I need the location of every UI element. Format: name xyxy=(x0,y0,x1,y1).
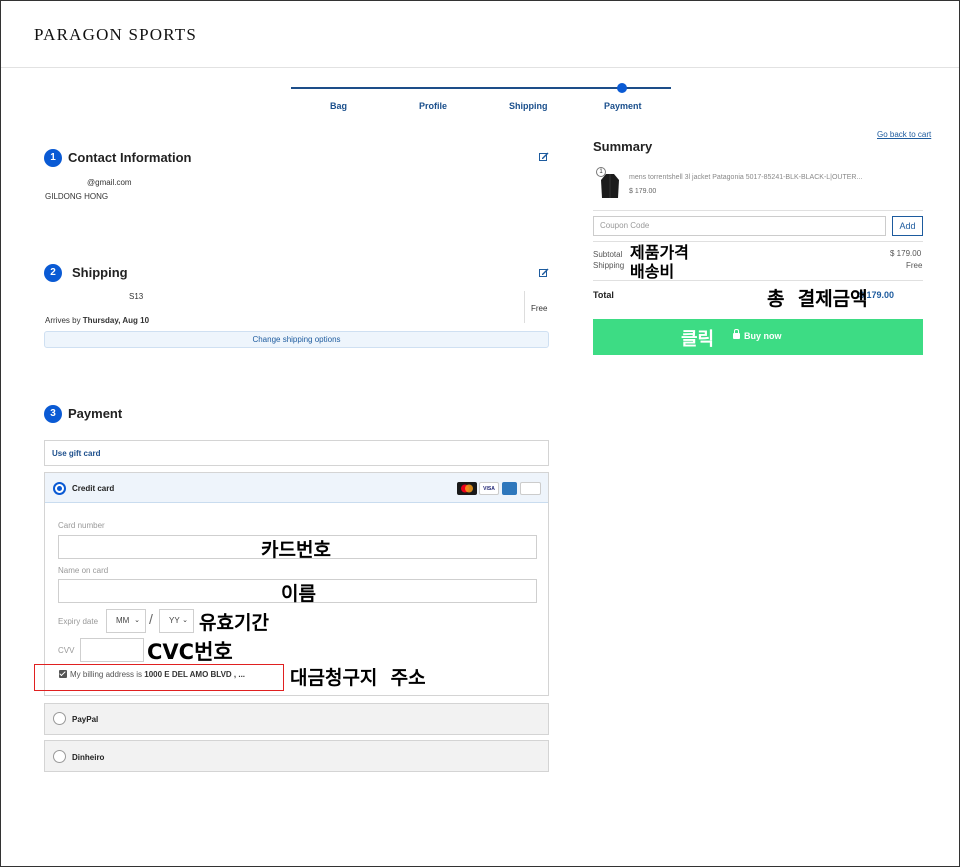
annotation-expiry: 유효기간 xyxy=(199,612,269,634)
expiry-label: Expiry date xyxy=(58,617,99,626)
shipping-divider xyxy=(524,291,525,323)
annotation-name: 이름 xyxy=(281,583,316,605)
product-name[interactable]: mens torrentshell 3l jacket Patagonia 50… xyxy=(629,174,862,181)
step-profile[interactable]: Profile xyxy=(419,101,447,111)
payment-step-number: 3 xyxy=(44,405,62,423)
name-on-card-label: Name on card xyxy=(58,566,109,575)
expiry-year-select[interactable]: YY ⌄ xyxy=(159,609,194,633)
arrives-date: Thursday, Aug 10 xyxy=(82,316,150,325)
contact-email: @gmail.com xyxy=(87,178,132,187)
shipping-price: Free xyxy=(531,304,548,313)
paypal-option[interactable]: PayPal xyxy=(44,703,549,735)
credit-card-label: Credit card xyxy=(72,484,115,493)
summary-title: Summary xyxy=(593,139,653,154)
billing-highlight-box xyxy=(34,664,284,691)
expiry-year-value: YY xyxy=(169,616,180,625)
gift-card-option[interactable]: Use gift card xyxy=(44,440,549,466)
chevron-down-icon: ⌄ xyxy=(182,617,188,624)
step-payment[interactable]: Payment xyxy=(604,101,642,111)
chevron-down-icon: ⌄ xyxy=(134,617,140,624)
amex-icon xyxy=(502,482,517,495)
payment-title: Payment xyxy=(68,406,123,421)
discover-icon xyxy=(520,482,541,495)
annotation-cvc: CVC번호 xyxy=(147,640,233,664)
annotation-click: 클릭 xyxy=(681,329,715,350)
step-shipping[interactable]: Shipping xyxy=(509,101,548,111)
expiry-month-select[interactable]: MM ⌄ xyxy=(106,609,146,633)
shipping-fee-value: Free xyxy=(906,261,923,270)
subtotal-value: $ 179.00 xyxy=(890,249,922,258)
contact-title: Contact Information xyxy=(68,150,192,165)
checkout-progress-line xyxy=(291,87,671,89)
edit-contact-icon[interactable] xyxy=(539,152,549,162)
edit-shipping-icon[interactable] xyxy=(539,268,549,278)
credit-card-header[interactable]: Credit card VISA xyxy=(45,473,548,503)
dinheiro-option[interactable]: Dinheiro xyxy=(44,740,549,772)
annotation-total: 총 결제금액 xyxy=(767,288,868,310)
buy-now-button[interactable]: 클릭 Buy now xyxy=(593,319,923,355)
step-bag[interactable]: Bag xyxy=(330,101,347,111)
subtotal-label: Subtotal xyxy=(593,250,623,259)
expiry-month-value: MM xyxy=(116,616,130,625)
mastercard-icon xyxy=(457,482,477,495)
shipping-step-number: 2 xyxy=(44,264,62,282)
paypal-label: PayPal xyxy=(72,715,99,724)
paypal-radio[interactable] xyxy=(53,712,66,725)
contact-step-number: 1 xyxy=(44,149,62,167)
checkout-progress-dot xyxy=(617,83,627,93)
product-price: $ 179.00 xyxy=(629,188,657,195)
shipping-title: Shipping xyxy=(72,265,128,280)
contact-name: GILDONG HONG xyxy=(45,192,109,201)
annotation-billing: 대금청구지 주소 xyxy=(290,667,426,689)
visa-icon: VISA xyxy=(479,482,499,495)
buy-now-label: Buy now xyxy=(744,331,782,341)
change-shipping-button[interactable]: Change shipping options xyxy=(44,331,549,348)
arrival-info: Arrives by Thursday, Aug 10 xyxy=(45,316,149,325)
cvv-label: CVV xyxy=(58,646,75,655)
cvv-input[interactable] xyxy=(80,638,144,662)
brand-logo[interactable]: PARAGON SPORTS xyxy=(34,25,197,45)
quantity-badge: 1 xyxy=(596,167,606,177)
page-frame xyxy=(0,0,960,867)
add-coupon-button[interactable]: Add xyxy=(892,216,923,236)
dinheiro-label: Dinheiro xyxy=(72,753,105,762)
total-label: Total xyxy=(593,290,614,300)
site-header: PARAGON SPORTS xyxy=(1,1,959,68)
coupon-input[interactable]: Coupon Code xyxy=(593,216,886,236)
shipping-address: S13 xyxy=(129,292,144,301)
lock-icon xyxy=(733,329,740,339)
shipping-fee-label: Shipping xyxy=(593,261,625,270)
back-to-cart-link[interactable]: Go back to cart xyxy=(877,130,931,139)
arrives-prefix: Arrives by xyxy=(45,316,81,325)
annotation-card-number: 카드번호 xyxy=(261,539,331,561)
credit-card-radio[interactable] xyxy=(53,482,66,495)
expiry-slash: / xyxy=(149,611,153,627)
gift-card-label[interactable]: Use gift card xyxy=(52,449,100,458)
dinheiro-radio[interactable] xyxy=(53,750,66,763)
card-number-label: Card number xyxy=(58,521,105,530)
annotation-shipping-fee: 배송비 xyxy=(630,262,675,281)
summary-divider xyxy=(593,210,923,211)
